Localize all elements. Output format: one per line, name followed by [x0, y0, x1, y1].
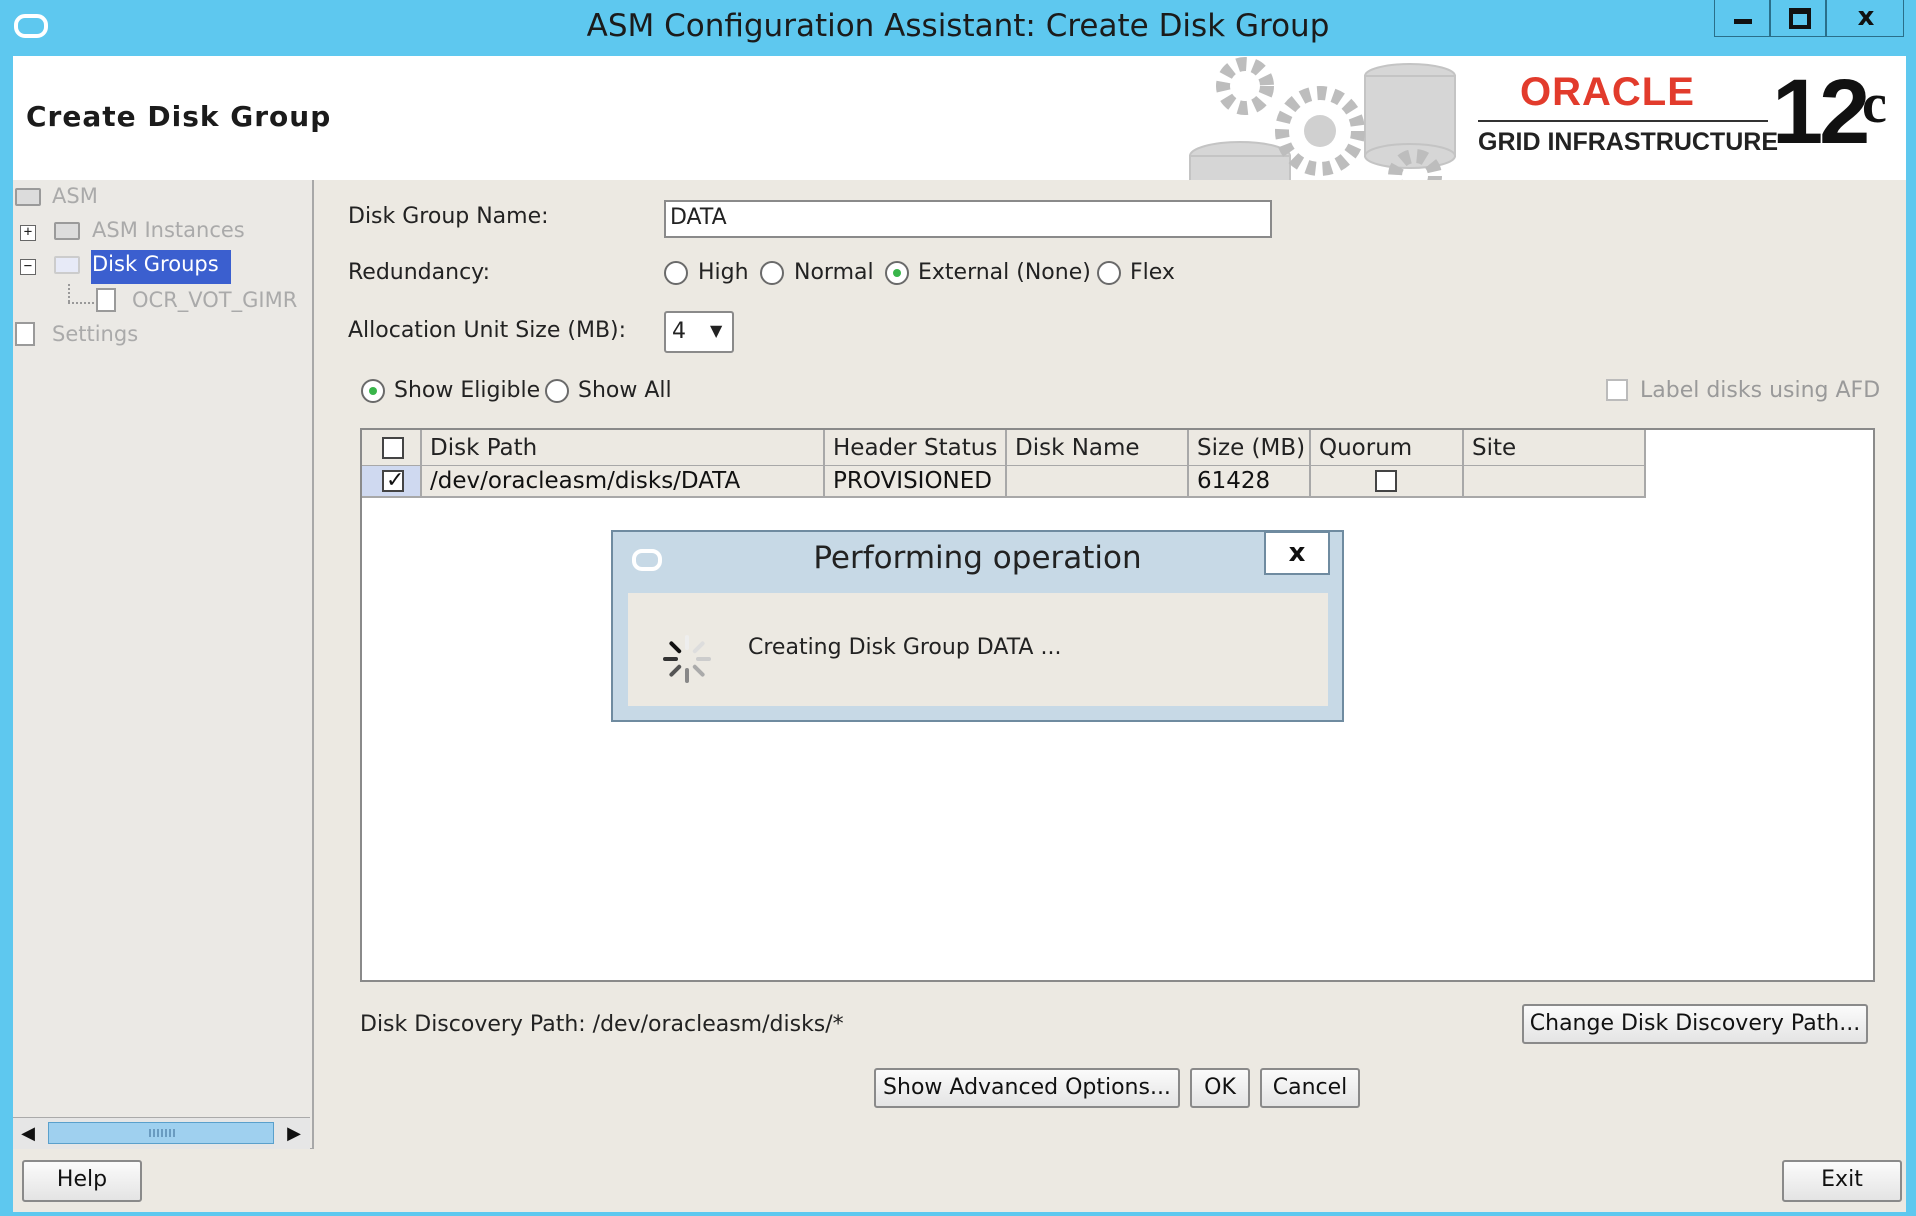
expand-icon[interactable]: + [20, 225, 36, 241]
tree-connector [68, 302, 94, 306]
collapse-icon[interactable]: − [20, 259, 36, 275]
title-bar[interactable]: ASM Configuration Assistant: Create Disk… [0, 0, 1916, 56]
column-header-header-status[interactable]: Header Status [825, 430, 1007, 466]
tree-item-asm-instances[interactable]: ASM Instances [92, 218, 245, 242]
column-header-quorum[interactable]: Quorum [1311, 430, 1464, 466]
scroll-right-arrow-icon[interactable]: ▶ [279, 1118, 309, 1149]
file-icon [15, 322, 35, 346]
redundancy-flex-label[interactable]: Flex [1130, 260, 1175, 285]
ok-button[interactable]: OK [1190, 1068, 1250, 1108]
version-suffix: c [1862, 73, 1887, 135]
tree-connector [68, 284, 72, 302]
oracle-app-icon[interactable] [14, 14, 48, 38]
dialog-close-button[interactable]: x [1264, 531, 1330, 575]
dialog-message: Creating Disk Group DATA ... [748, 635, 1062, 660]
spinner-icon [663, 635, 711, 683]
cell-disk-path[interactable]: /dev/oracleasm/disks/DATA [422, 466, 825, 498]
tree-horizontal-scrollbar[interactable]: ◀ ▶ [13, 1117, 310, 1149]
minimize-button[interactable] [1714, 0, 1770, 37]
help-button[interactable]: Help [22, 1160, 142, 1202]
quorum-checkbox[interactable] [1375, 470, 1397, 492]
redundancy-normal-label[interactable]: Normal [794, 260, 874, 285]
allocation-unit-size-select[interactable]: 4 ▼ [664, 311, 734, 353]
show-all-radio[interactable] [545, 379, 569, 403]
select-all-checkbox[interactable] [382, 437, 404, 459]
cell-disk-name[interactable] [1007, 466, 1189, 498]
redundancy-flex-radio[interactable] [1097, 261, 1121, 285]
check-icon: ✓ [386, 468, 405, 493]
disk-group-name-label: Disk Group Name: [348, 204, 549, 229]
exit-button[interactable]: Exit [1782, 1160, 1902, 1202]
cell-header-status[interactable]: PROVISIONED [825, 466, 1007, 498]
gears-graphic-icon [1189, 57, 1456, 180]
row-select-cell[interactable]: ✓ [362, 466, 422, 498]
logo-divider [1478, 120, 1768, 122]
redundancy-label: Redundancy: [348, 260, 491, 285]
folder-icon [54, 222, 80, 240]
select-all-header[interactable] [362, 430, 422, 466]
allocation-unit-size-value: 4 [672, 319, 686, 344]
cell-size[interactable]: 61428 [1189, 466, 1311, 498]
tree-item-asm[interactable]: ASM [52, 184, 98, 208]
window-title: ASM Configuration Assistant: Create Disk… [586, 8, 1330, 44]
disk-discovery-path-text: Disk Discovery Path: /dev/oracleasm/disk… [360, 1012, 844, 1037]
scrollbar-thumb[interactable] [48, 1122, 274, 1144]
tree-item-ocr-vot-gimr[interactable]: OCR_VOT_GIMR [132, 288, 297, 312]
show-all-label[interactable]: Show All [578, 378, 672, 403]
oracle-logo: ORACLE [1520, 70, 1695, 114]
folder-icon [54, 256, 80, 274]
redundancy-normal-radio[interactable] [760, 261, 784, 285]
column-header-site[interactable]: Site [1464, 430, 1646, 466]
show-eligible-radio[interactable] [361, 379, 385, 403]
column-header-size[interactable]: Size (MB) [1189, 430, 1311, 466]
show-advanced-options-button[interactable]: Show Advanced Options... [874, 1068, 1180, 1108]
tree-item-settings[interactable]: Settings [52, 322, 138, 346]
dialog-title: Performing operation [813, 540, 1142, 576]
change-discovery-path-button[interactable]: Change Disk Discovery Path... [1522, 1004, 1868, 1044]
show-eligible-label[interactable]: Show Eligible [394, 378, 540, 403]
cell-quorum[interactable] [1311, 466, 1464, 498]
product-name: GRID INFRASTRUCTURE [1478, 128, 1778, 156]
scroll-left-arrow-icon[interactable]: ◀ [13, 1118, 43, 1149]
redundancy-external-label[interactable]: External (None) [918, 260, 1091, 285]
tree-item-disk-groups[interactable]: Disk Groups [92, 252, 219, 276]
cancel-button[interactable]: Cancel [1260, 1068, 1360, 1108]
redundancy-high-label[interactable]: High [698, 260, 749, 285]
folder-icon [15, 188, 41, 206]
cell-site[interactable] [1464, 466, 1646, 498]
version-number: 12 [1772, 61, 1870, 163]
page-title: Create Disk Group [26, 100, 332, 133]
label-disks-afd-checkbox[interactable] [1606, 379, 1628, 401]
column-header-disk-name[interactable]: Disk Name [1007, 430, 1189, 466]
allocation-unit-size-label: Allocation Unit Size (MB): [348, 318, 627, 343]
redundancy-high-radio[interactable] [664, 261, 688, 285]
file-icon [96, 288, 116, 312]
close-icon: x [1857, 2, 1875, 32]
column-header-disk-path[interactable]: Disk Path [422, 430, 825, 466]
redundancy-external-radio[interactable] [885, 261, 909, 285]
row-select-checkbox[interactable]: ✓ [382, 468, 404, 493]
disk-group-name-input[interactable]: DATA [664, 200, 1272, 238]
chevron-down-icon: ▼ [710, 321, 723, 340]
label-disks-afd-label[interactable]: Label disks using AFD [1640, 378, 1880, 403]
close-window-button[interactable]: x [1826, 0, 1904, 37]
maximize-button[interactable] [1770, 0, 1826, 37]
